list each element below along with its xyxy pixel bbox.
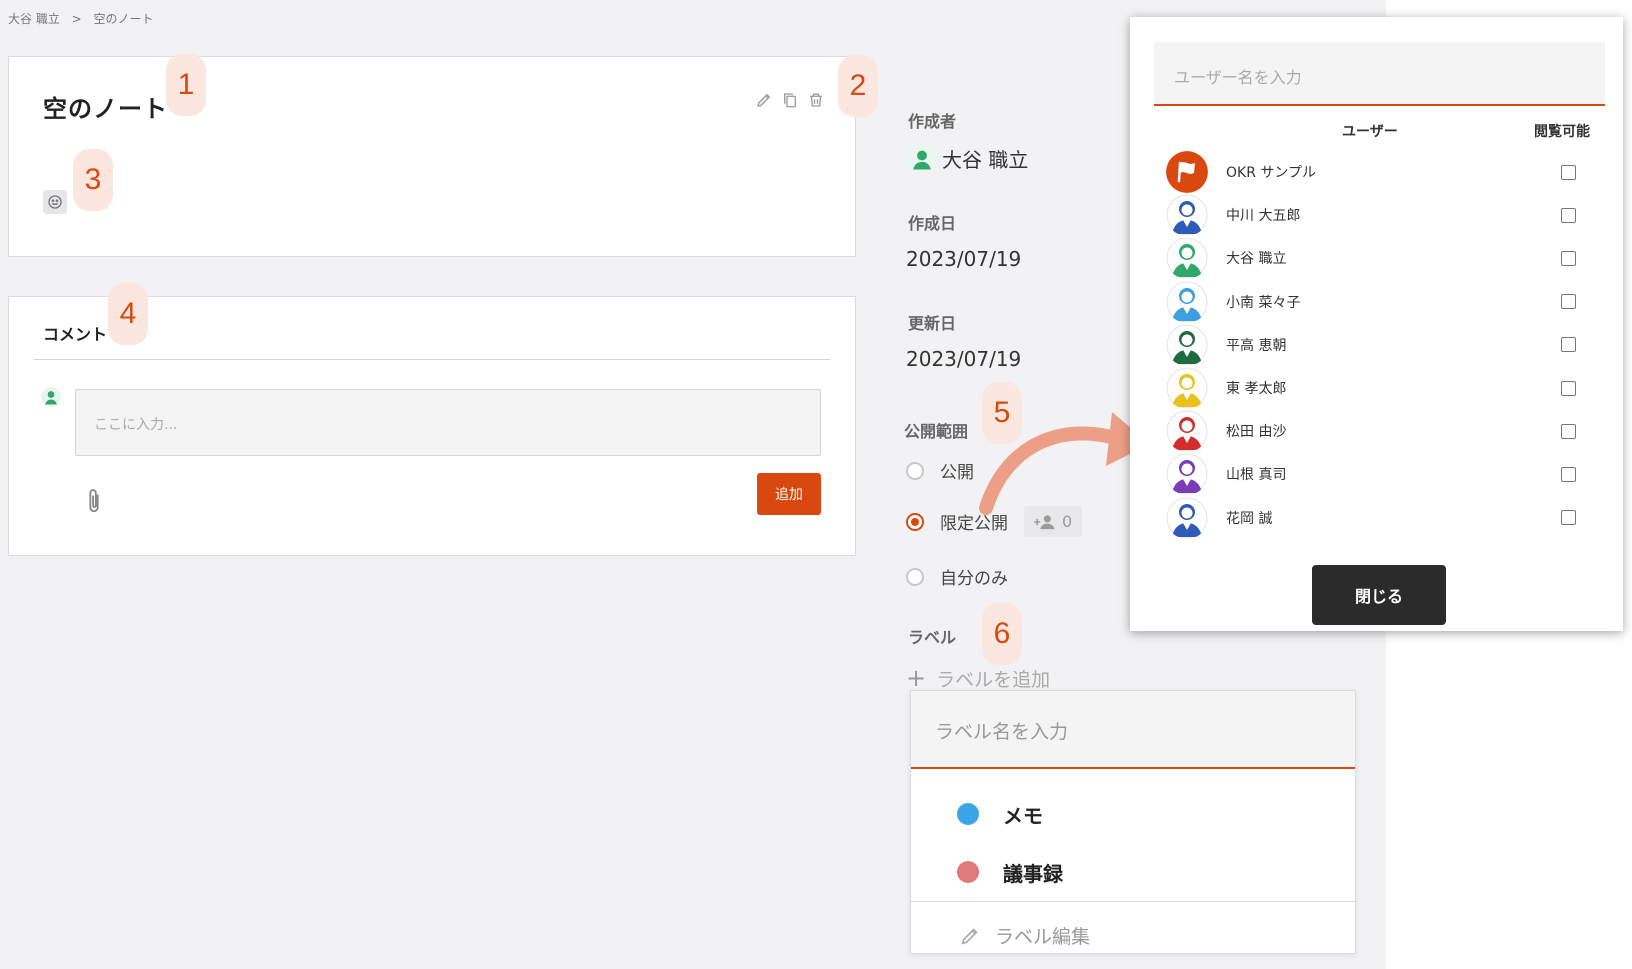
breadcrumb-separator: > xyxy=(71,12,82,26)
author-avatar-icon xyxy=(908,144,936,173)
viewable-checkbox[interactable] xyxy=(1561,250,1576,266)
user-name: 大谷 職立 xyxy=(1226,251,1287,268)
viewable-checkbox[interactable] xyxy=(1561,466,1576,482)
add-label-text: ラベルを追加 xyxy=(936,668,1051,691)
viewable-checkbox[interactable] xyxy=(1561,294,1576,310)
user-share-panel: ユーザー名を入力 ユーザー 閲覧可能 OKR サンプル 中川 大五郎 大谷 職立小南… xyxy=(1130,17,1623,631)
user-name-input[interactable]: ユーザー名を入力 xyxy=(1154,42,1605,106)
user-avatar-icon xyxy=(41,387,61,407)
user-name: 中川 大五郎 xyxy=(1226,208,1301,225)
user-name: 東 孝太郎 xyxy=(1226,381,1287,397)
user-name: 松田 由沙 xyxy=(1226,424,1287,441)
viewable-checkbox[interactable] xyxy=(1561,423,1576,439)
user-avatar-icon xyxy=(1166,367,1208,409)
user-avatar-icon xyxy=(1166,194,1208,236)
visibility-public-label: 公開 xyxy=(940,463,974,483)
add-comment-button[interactable]: 追加 xyxy=(757,473,821,515)
author[interactable]: 大谷 職立 xyxy=(908,144,1028,173)
breadcrumb: 大谷 職立 > 空のノート xyxy=(8,10,162,27)
note-actions xyxy=(755,91,825,109)
viewable-checkbox[interactable] xyxy=(1561,380,1576,396)
visibility-private-label: 自分のみ xyxy=(940,569,1008,589)
viewable-checkbox[interactable] xyxy=(1561,207,1576,223)
viewable-checkbox[interactable] xyxy=(1561,337,1576,353)
breadcrumb-owner[interactable]: 大谷 職立 xyxy=(8,12,60,26)
label-color-dot xyxy=(957,803,979,825)
note-title[interactable]: 空のノート xyxy=(43,89,168,124)
updated-label: 更新日 xyxy=(908,314,957,333)
callout-badge-5: 5 xyxy=(982,382,1022,444)
created-label: 作成日 xyxy=(908,214,957,233)
labels-label: ラベル xyxy=(908,628,957,647)
comment-title: コメント xyxy=(43,325,108,344)
comment-input[interactable]: ここに入力... xyxy=(75,389,821,456)
breadcrumb-current: 空のノート xyxy=(93,12,154,26)
user-avatar-icon xyxy=(1166,453,1208,495)
callout-badge-6: 6 xyxy=(982,603,1022,665)
flag-avatar-icon xyxy=(1166,151,1208,193)
user-row[interactable]: 平高 恵朝 xyxy=(1166,324,1586,366)
viewable-checkbox[interactable] xyxy=(1561,164,1576,180)
label-dropdown: ラベル名を入力 メモ 議事録 ラベル編集 xyxy=(910,690,1356,954)
radio-public[interactable] xyxy=(906,461,924,480)
note-card: 空のノート xyxy=(8,56,856,257)
close-button[interactable]: 閉じる xyxy=(1312,565,1446,625)
user-row[interactable]: 山根 真司 xyxy=(1166,453,1586,495)
user-name: 山根 真司 xyxy=(1226,467,1287,484)
user-row[interactable]: 大谷 職立 xyxy=(1166,237,1586,279)
pencil-icon xyxy=(961,927,978,944)
viewable-checkbox[interactable] xyxy=(1561,510,1576,526)
user-row[interactable]: 松田 由沙 xyxy=(1166,410,1586,452)
callout-badge-1: 1 xyxy=(166,54,206,116)
user-row[interactable]: OKR サンプル xyxy=(1166,151,1586,193)
visibility-label: 公開範囲 xyxy=(904,422,969,441)
user-avatar-icon xyxy=(1166,237,1208,279)
user-avatar-icon xyxy=(1166,324,1208,366)
visibility-public[interactable]: 公開 xyxy=(906,458,974,483)
copy-icon[interactable] xyxy=(781,91,799,109)
radio-private[interactable] xyxy=(906,567,924,586)
column-header-user: ユーザー xyxy=(1342,124,1398,140)
visibility-private[interactable]: 自分のみ xyxy=(906,564,1008,589)
label-item-minutes[interactable]: 議事録 xyxy=(911,843,1355,901)
author-name: 大谷 職立 xyxy=(942,148,1029,172)
user-name: 小南 菜々子 xyxy=(1226,294,1301,311)
label-name-input[interactable]: ラベル名を入力 xyxy=(911,691,1355,769)
callout-badge-2: 2 xyxy=(838,55,878,117)
user-row[interactable]: 東 孝太郎 xyxy=(1166,367,1586,409)
user-row[interactable]: 中川 大五郎 xyxy=(1166,194,1586,236)
label-item-memo[interactable]: メモ xyxy=(911,785,1355,843)
attachment-icon[interactable] xyxy=(83,487,105,517)
add-label-button[interactable]: + ラベルを追加 xyxy=(906,664,1050,692)
callout-badge-4: 4 xyxy=(108,283,148,345)
author-label: 作成者 xyxy=(908,112,957,131)
column-header-viewable: 閲覧可能 xyxy=(1534,124,1590,140)
user-avatar-icon xyxy=(1166,281,1208,323)
user-name: OKR サンプル xyxy=(1226,165,1316,181)
edit-icon[interactable] xyxy=(755,91,773,109)
user-avatar-icon xyxy=(1166,497,1208,539)
plus-icon: + xyxy=(906,664,927,692)
updated-date: 2023/07/19 xyxy=(906,347,1022,371)
label-item-name: 議事録 xyxy=(1003,861,1063,886)
edit-labels-text: ラベル編集 xyxy=(995,926,1091,948)
user-row[interactable]: 花岡 誠 xyxy=(1166,497,1586,539)
user-name: 花岡 誠 xyxy=(1226,510,1273,527)
user-name: 平高 恵朝 xyxy=(1226,337,1287,354)
user-avatar-icon xyxy=(1166,410,1208,452)
emoji-reaction-button[interactable] xyxy=(43,190,67,214)
radio-limited[interactable] xyxy=(906,512,924,531)
trash-icon[interactable] xyxy=(807,91,825,109)
divider xyxy=(34,359,830,360)
edit-labels-button[interactable]: ラベル編集 xyxy=(911,901,1355,969)
created-date: 2023/07/19 xyxy=(906,247,1022,271)
callout-badge-3: 3 xyxy=(73,149,113,211)
label-color-dot xyxy=(957,861,979,883)
user-row[interactable]: 小南 菜々子 xyxy=(1166,281,1586,323)
label-item-name: メモ xyxy=(1003,803,1043,828)
smile-icon xyxy=(48,195,62,209)
